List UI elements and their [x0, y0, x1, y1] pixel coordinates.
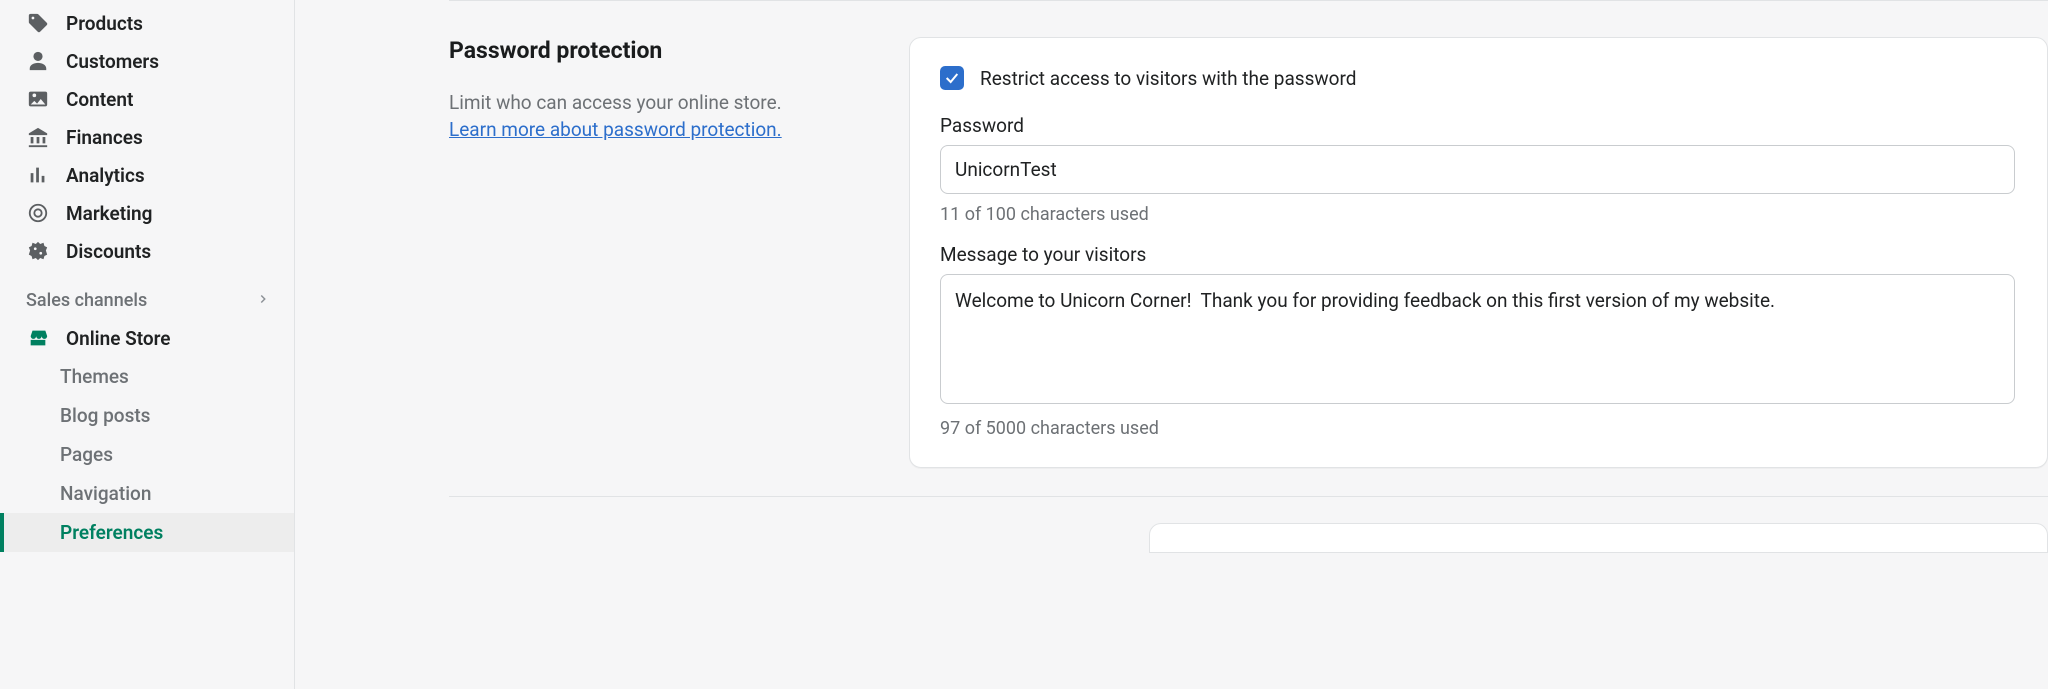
section-description: Password protection Limit who can access… [449, 37, 849, 468]
sidebar-item-label: Online Store [66, 327, 171, 350]
sidebar-sub-item-themes[interactable]: Themes [0, 357, 294, 396]
password-protection-card: Restrict access to visitors with the pas… [909, 37, 2048, 468]
sidebar-sub-item-pages[interactable]: Pages [0, 435, 294, 474]
sidebar-item-products[interactable]: Products [0, 4, 294, 42]
section-label: Sales channels [26, 290, 147, 311]
sidebar-item-marketing[interactable]: Marketing [0, 194, 294, 232]
image-icon [26, 87, 50, 111]
sidebar-sub-item-preferences[interactable]: Preferences [0, 513, 294, 552]
helper-text: Limit who can access your online store. [449, 91, 782, 114]
sidebar-item-label: Finances [66, 126, 143, 149]
person-icon [26, 49, 50, 73]
password-label: Password [940, 114, 2015, 137]
sidebar-sub-item-navigation[interactable]: Navigation [0, 474, 294, 513]
restrict-access-checkbox[interactable] [940, 66, 964, 90]
sidebar-sub-item-blog-posts[interactable]: Blog posts [0, 396, 294, 435]
message-textarea[interactable] [940, 274, 2015, 404]
section-title: Password protection [449, 37, 849, 64]
password-input[interactable] [940, 145, 2015, 194]
sidebar-item-content[interactable]: Content [0, 80, 294, 118]
main-content: Password protection Limit who can access… [295, 0, 2048, 689]
sidebar-item-online-store[interactable]: Online Store [0, 319, 294, 357]
restrict-access-label: Restrict access to visitors with the pas… [980, 67, 1356, 90]
password-char-count: 11 of 100 characters used [940, 204, 2015, 225]
chevron-right-icon [256, 290, 270, 311]
sidebar-item-finances[interactable]: Finances [0, 118, 294, 156]
sidebar-item-label: Marketing [66, 202, 152, 225]
sidebar-item-customers[interactable]: Customers [0, 42, 294, 80]
discount-icon [26, 239, 50, 263]
message-label: Message to your visitors [940, 243, 2015, 266]
section-divider [449, 496, 2048, 497]
sidebar-item-discounts[interactable]: Discounts [0, 232, 294, 270]
tag-icon [26, 11, 50, 35]
sidebar-item-label: Customers [66, 50, 159, 73]
sidebar-item-label: Products [66, 12, 143, 35]
bank-icon [26, 125, 50, 149]
learn-more-link[interactable]: Learn more about password protection. [449, 118, 782, 141]
next-card-stub [1149, 523, 2048, 553]
sidebar: Products Customers Content Finances Anal [0, 0, 295, 689]
target-icon [26, 201, 50, 225]
sidebar-item-label: Discounts [66, 240, 151, 263]
sidebar-item-analytics[interactable]: Analytics [0, 156, 294, 194]
sidebar-item-label: Analytics [66, 164, 145, 187]
store-icon [26, 326, 50, 350]
checkmark-icon [944, 70, 960, 86]
message-char-count: 97 of 5000 characters used [940, 418, 2015, 439]
bar-chart-icon [26, 163, 50, 187]
sidebar-item-label: Content [66, 88, 133, 111]
sales-channels-header[interactable]: Sales channels [0, 270, 294, 319]
